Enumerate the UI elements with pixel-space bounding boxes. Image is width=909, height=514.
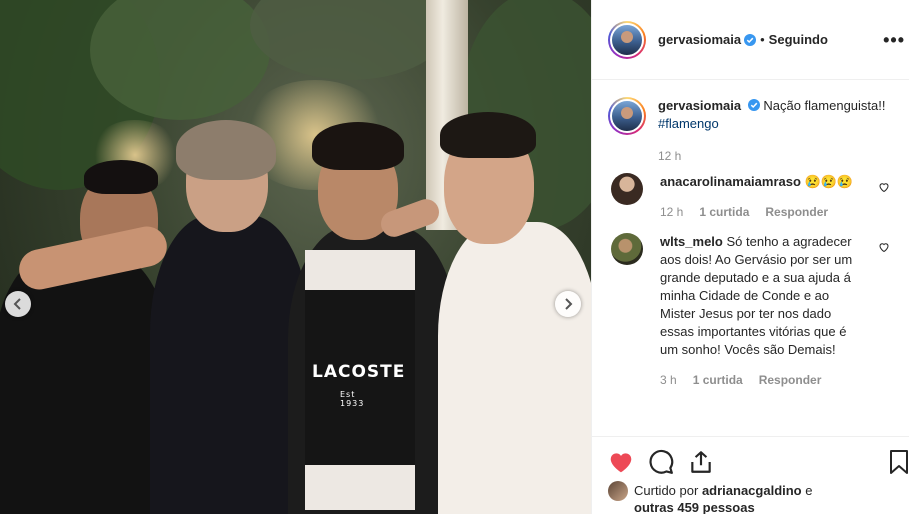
- comment-item: wlts_melo Só tenho a agradecer aos dois!…: [608, 233, 894, 389]
- shirt-sub-text: Est 1933: [340, 390, 365, 408]
- comment-likes[interactable]: 1 curtida: [699, 203, 749, 221]
- caption-meta: 12 h: [658, 147, 894, 165]
- chevron-right-icon: [565, 298, 573, 310]
- comment-likes[interactable]: 1 curtida: [693, 371, 743, 389]
- heart-filled-icon[interactable]: [608, 449, 634, 475]
- comment-avatar[interactable]: [611, 233, 643, 265]
- shirt-brand-text: LACOSTE: [312, 362, 406, 382]
- caption-time[interactable]: 12 h: [658, 147, 681, 165]
- background-foliage: [250, 0, 450, 80]
- comment-time[interactable]: 12 h: [660, 203, 683, 221]
- author-username[interactable]: gervasiomaia: [658, 32, 741, 47]
- caption-username[interactable]: gervasiomaia: [658, 98, 741, 113]
- post-actions-bar: [592, 436, 909, 486]
- comment-meta: 12 h 1 curtida Responder: [660, 203, 866, 221]
- heart-outline-icon[interactable]: [878, 181, 890, 193]
- post-photo[interactable]: LACOSTE Est 1933: [0, 0, 591, 514]
- verified-badge-icon: [747, 99, 760, 111]
- verified-badge-icon: [744, 33, 757, 46]
- next-photo-button[interactable]: [555, 291, 581, 317]
- comment-text: Só tenho a agradecer aos dois! Ao Gervás…: [660, 234, 853, 357]
- reply-button[interactable]: Responder: [765, 203, 828, 221]
- comments-list[interactable]: gervasiomaia Nação flamenguista!! #flame…: [592, 81, 909, 435]
- more-options-icon[interactable]: •••: [883, 30, 905, 51]
- chevron-left-icon: [13, 298, 21, 310]
- author-avatar[interactable]: [608, 20, 646, 59]
- share-icon[interactable]: [688, 449, 714, 475]
- comment-username[interactable]: anacarolinamaiamraso: [660, 174, 801, 189]
- caption-hashtag[interactable]: #flamengo: [658, 116, 719, 131]
- post-header: gervasiomaia • Seguindo •••: [592, 0, 909, 80]
- comment-username[interactable]: wlts_melo: [660, 234, 723, 249]
- comment-text: 😢😢😢: [804, 174, 854, 189]
- comment-item: anacarolinamaiamraso 😢😢😢 12 h 1 curtida …: [608, 173, 894, 221]
- reply-button[interactable]: Responder: [759, 371, 822, 389]
- previous-photo-button[interactable]: [5, 291, 31, 317]
- likes-summary: Curtido por adrianacgaldino e outras 459…: [608, 481, 813, 514]
- post-side-panel: gervasiomaia • Seguindo ••• gervasiomaia…: [591, 0, 909, 514]
- likes-conj: e: [805, 483, 813, 498]
- likes-others[interactable]: outras 459 pessoas: [634, 500, 755, 514]
- following-button[interactable]: Seguindo: [769, 32, 828, 47]
- heart-outline-icon[interactable]: [878, 241, 890, 253]
- comment-meta: 3 h 1 curtida Responder: [660, 371, 866, 389]
- comment-avatar[interactable]: [611, 173, 643, 205]
- post-caption: gervasiomaia Nação flamenguista!! #flame…: [608, 97, 894, 165]
- comment-time[interactable]: 3 h: [660, 371, 677, 389]
- separator-dot: •: [760, 32, 765, 47]
- author-info: gervasiomaia • Seguindo: [658, 32, 828, 47]
- liker-avatar[interactable]: [608, 481, 628, 501]
- bookmark-icon[interactable]: [888, 449, 909, 475]
- caption-text: Nação flamenguista!!: [763, 98, 886, 113]
- liker-username[interactable]: adrianacgaldino: [702, 483, 802, 498]
- likes-prefix: Curtido por: [634, 483, 699, 498]
- caption-avatar[interactable]: [608, 97, 646, 135]
- comment-icon[interactable]: [648, 449, 674, 475]
